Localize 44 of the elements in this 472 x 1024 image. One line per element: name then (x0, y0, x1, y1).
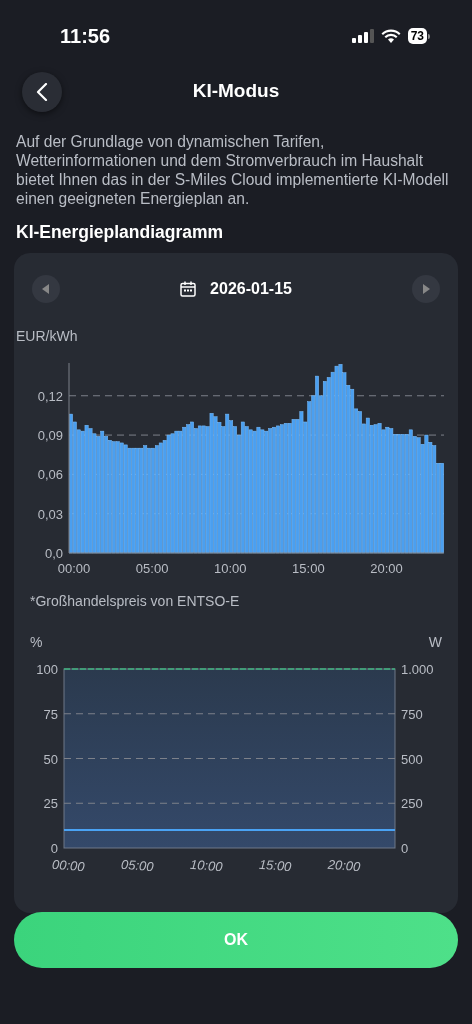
axis-tick-label: 00:00 (57, 561, 91, 576)
axis-tick-label: 0,0 (44, 546, 63, 561)
axis-tick-label: 20:00 (327, 856, 361, 875)
back-button[interactable] (22, 72, 62, 112)
axis-tick-label: 0 (50, 841, 58, 856)
description-text: Auf der Grundlage von dynamischen Tarifen, Wetterinformationen und dem Stromverbrauch im Haushalt bietet Ihnen das in der S-Miles Cloud implementierte KI-Modell einen geeigneten Energieplan an. (16, 132, 450, 208)
axis-tick-label: 15:00 (292, 561, 325, 576)
date-label[interactable]: 2026-01-15 (210, 280, 292, 298)
axis-tick-label: 1.000 (401, 662, 434, 677)
axis-tick-label: 75 (43, 706, 58, 722)
axis-tick-label: 00:00 (51, 856, 86, 875)
axis-title: W (428, 634, 442, 650)
axis-tick-label: 25 (43, 796, 58, 812)
page-title: KI-Modus (192, 80, 280, 102)
axis-tick-label: 0,06 (37, 467, 63, 483)
axis-tick-label: 0,09 (37, 428, 63, 444)
axis-tick-label: 05:00 (135, 561, 169, 576)
axis-tick-label: 0 (401, 841, 409, 856)
battery-icon: 73 (407, 28, 430, 44)
source-note: *Großhandelspreis von ENTSO-E (30, 593, 241, 609)
section-title: KI-Energieplandiagramm (16, 222, 225, 243)
axis-tick-label: 0,12 (37, 388, 63, 404)
axis-tick-label: 750 (401, 706, 423, 722)
wifi-icon (380, 29, 401, 43)
axis-tick-label: 15:00 (258, 856, 292, 875)
axis-title: EUR/kWh (16, 328, 78, 344)
previous-day-button[interactable] (32, 275, 60, 303)
left-triangle-icon (42, 284, 50, 294)
next-day-button[interactable] (412, 275, 440, 303)
right-triangle-icon (422, 284, 430, 294)
calendar-icon (180, 281, 197, 297)
axis-tick-label: 0,03 (37, 506, 63, 522)
axis-title: % (30, 634, 43, 650)
axis-tick-label: 100 (36, 662, 58, 677)
axis-tick-label: 10:00 (214, 561, 247, 576)
axis-tick-label: 50 (43, 751, 58, 767)
back-icon (36, 83, 48, 101)
status-time: 11:56 (60, 24, 111, 48)
signal-icon (351, 29, 374, 43)
axis-tick-label: 05:00 (120, 856, 155, 875)
axis-tick-label: 250 (401, 796, 423, 812)
axis-tick-label: 20:00 (370, 561, 403, 576)
axis-tick-label: 10:00 (189, 856, 223, 875)
axis-tick-label: 500 (401, 751, 423, 767)
